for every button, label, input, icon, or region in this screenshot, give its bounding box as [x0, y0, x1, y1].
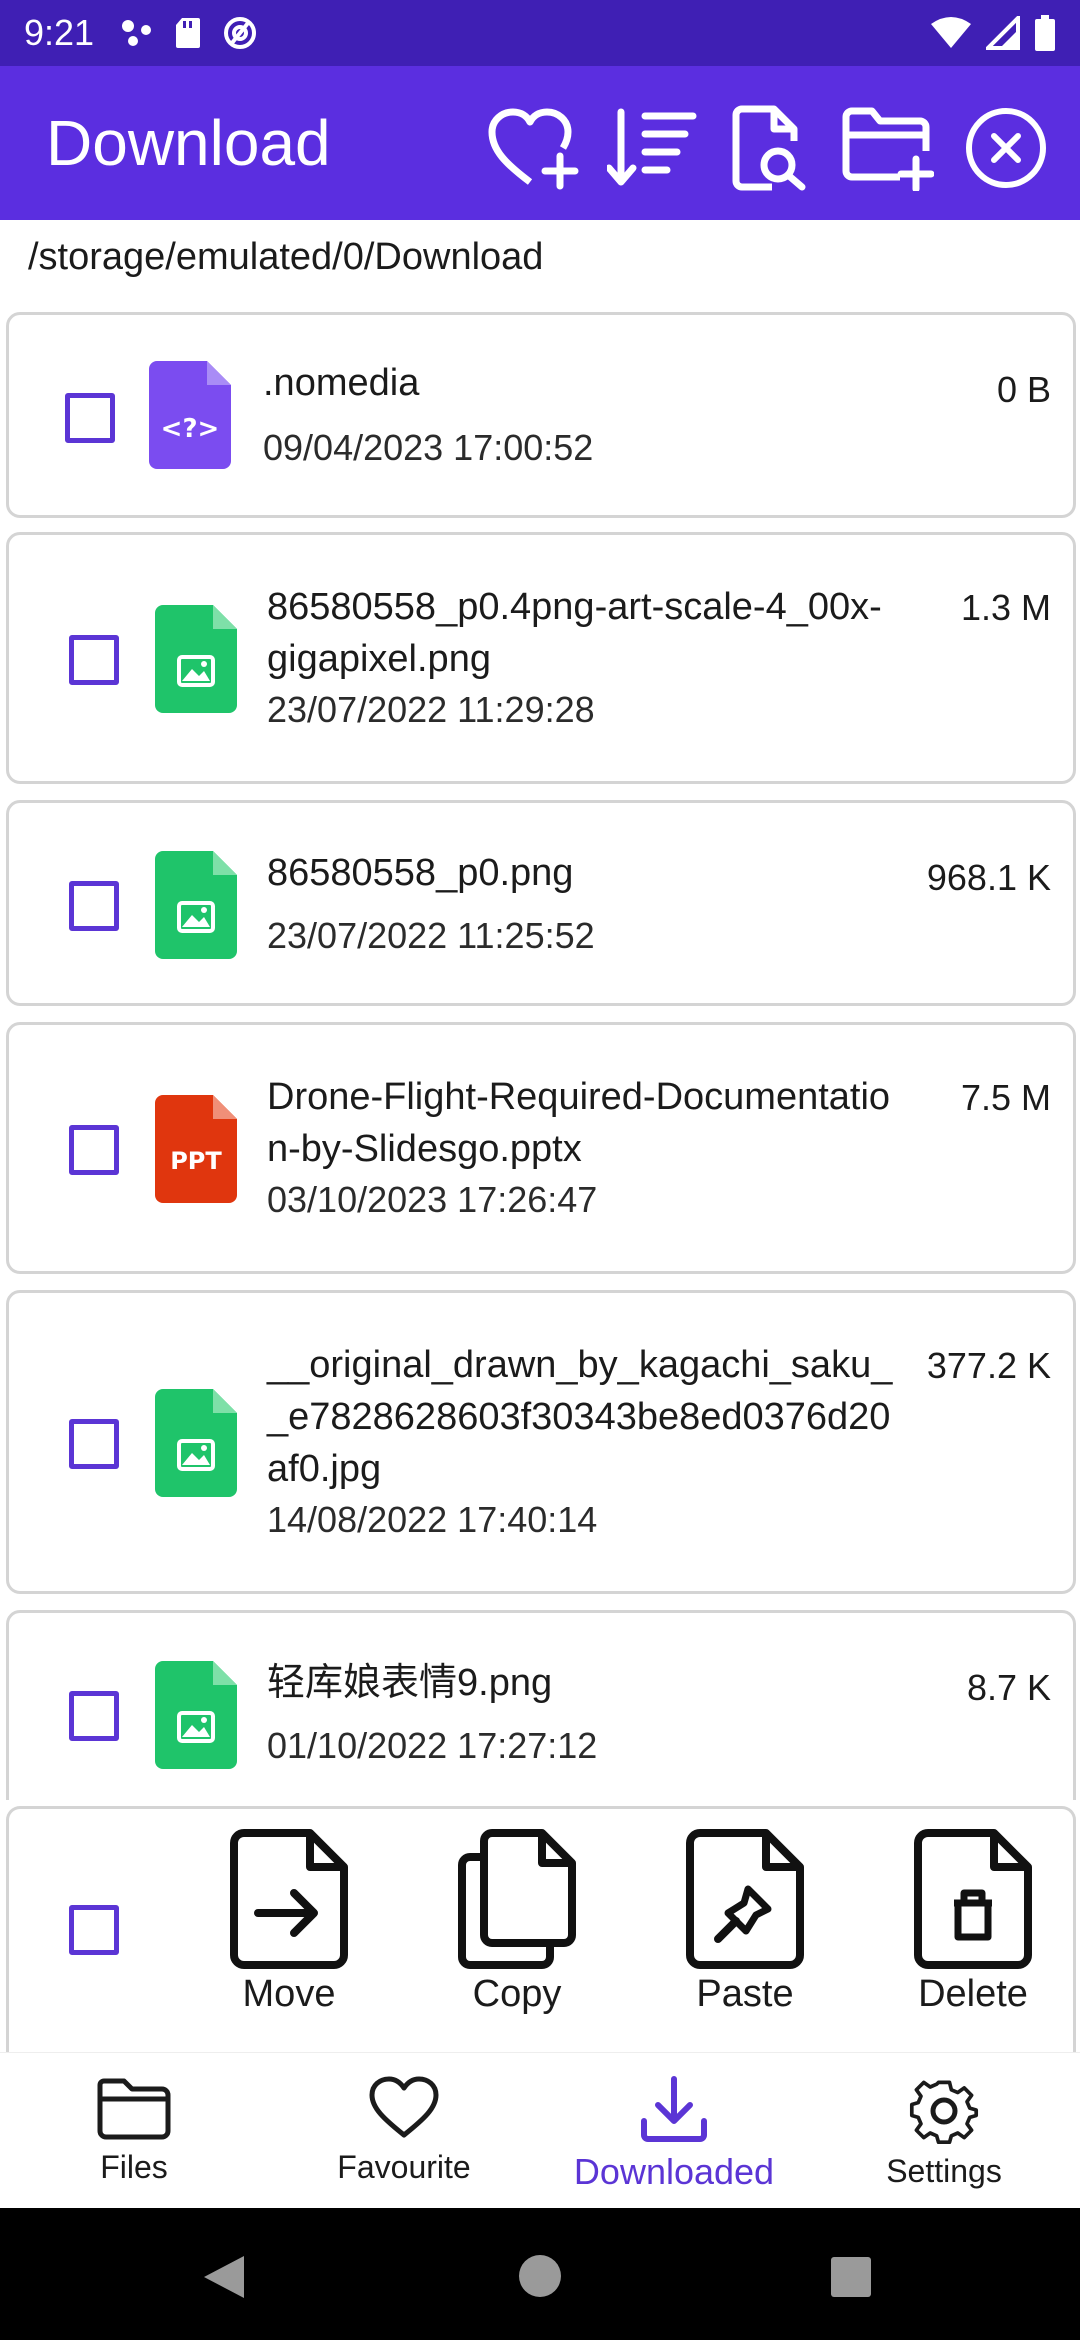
image-file-icon [155, 1389, 237, 1497]
item-checkbox[interactable] [65, 393, 115, 443]
nav-label-favourite: Favourite [337, 2149, 471, 2185]
item-checkbox[interactable] [69, 881, 119, 931]
app-bar: Download [0, 66, 1080, 220]
paste-pin-icon [686, 1829, 804, 1969]
search-file-button[interactable] [722, 100, 818, 196]
file-date: 01/10/2022 17:27:12 [267, 1725, 598, 1766]
select-all-checkbox[interactable] [69, 1905, 119, 1955]
svg-text:<?>: <?> [161, 414, 220, 444]
file-name: 86580558_p0.png [267, 852, 574, 894]
nav-item-settings[interactable]: Settings [834, 2075, 1054, 2190]
file-action-bar: Move Copy Paste Delete [6, 1806, 1076, 2052]
copy-icon [458, 1829, 576, 1969]
system-navigation-bar [0, 2208, 1080, 2340]
close-button[interactable] [958, 100, 1054, 196]
status-bar: 9:21 [0, 0, 1080, 66]
file-list[interactable]: <?> .nomedia 09/04/2023 17:00:52 0 B 865… [0, 308, 1080, 1800]
list-item[interactable]: 86580558_p0.png 23/07/2022 11:25:52 968.… [6, 800, 1076, 1006]
file-date: 03/10/2023 17:26:47 [267, 1179, 598, 1220]
file-date: 23/07/2022 11:25:52 [267, 915, 595, 956]
sort-button[interactable] [604, 100, 700, 196]
item-checkbox[interactable] [69, 1691, 119, 1741]
list-item[interactable]: 轻库娘表情9.png 01/10/2022 17:27:12 8.7 K [6, 1610, 1076, 1800]
delete-label: Delete [918, 1973, 1028, 2015]
file-date: 23/07/2022 11:29:28 [267, 689, 595, 730]
current-path: /storage/emulated/0/Download [28, 236, 544, 278]
copy-button[interactable]: Copy [437, 1829, 597, 2016]
file-search-icon [732, 105, 806, 191]
list-item[interactable]: PPT Drone-Flight-Required-Documentation-… [6, 1022, 1076, 1274]
status-time: 9:21 [24, 12, 95, 53]
wifi-icon [931, 17, 971, 48]
at-sign-icon [224, 17, 257, 49]
new-folder-button[interactable] [840, 100, 936, 196]
app-bar-actions [486, 100, 1054, 196]
nav-label-settings: Settings [886, 2153, 1002, 2189]
file-delete-icon [914, 1829, 1032, 1969]
image-file-icon [155, 851, 237, 959]
unknown-file-icon: <?> [149, 361, 231, 469]
file-size: 7.5 M [960, 1077, 1051, 1118]
nav-item-favourite[interactable]: Favourite [294, 2075, 514, 2186]
status-system-icons [930, 15, 1056, 51]
item-checkbox[interactable] [69, 635, 119, 685]
image-file-icon [155, 1661, 237, 1769]
move-button[interactable]: Move [209, 1829, 369, 2016]
image-file-icon [155, 605, 237, 713]
nav-label-downloaded: Downloaded [573, 2151, 775, 2192]
nav-label-files: Files [100, 2149, 168, 2185]
move-label: Move [242, 1973, 336, 2015]
signal-icon [986, 16, 1020, 50]
download-icon [641, 2076, 707, 2142]
folder-icon [97, 2078, 171, 2140]
delete-button[interactable]: Delete [893, 1829, 1053, 2016]
add-favourite-button[interactable] [486, 100, 582, 196]
page-title: Download [46, 107, 331, 179]
nav-item-downloaded[interactable]: Downloaded [564, 2075, 784, 2193]
nav-item-files[interactable]: Files [24, 2075, 244, 2186]
paste-label: Paste [696, 1973, 794, 2015]
file-size: 968.1 K [926, 857, 1051, 898]
file-size: 377.2 K [926, 1345, 1051, 1386]
heart-plus-icon [488, 108, 579, 190]
file-size: 8.7 K [966, 1667, 1051, 1708]
gear-icon [909, 2080, 979, 2145]
ppt-badge-text: PPT [170, 1147, 222, 1175]
close-circle-icon [966, 108, 1046, 188]
item-checkbox[interactable] [69, 1125, 119, 1175]
file-date: 09/04/2023 17:00:52 [263, 427, 594, 468]
list-item[interactable]: 86580558_p0.4png-art-scale-4_00x-gigapix… [6, 532, 1076, 784]
list-item[interactable]: __original_drawn_by_kagachi_saku__e78286… [6, 1290, 1076, 1594]
copy-label: Copy [472, 1973, 562, 2015]
file-name: Drone-Flight-Required-Documentation-by-S… [267, 1076, 891, 1170]
heart-icon [369, 2076, 439, 2138]
sort-icon [607, 108, 697, 186]
sd-card-icon [176, 18, 201, 48]
file-name: .nomedia [263, 362, 420, 404]
file-name: __original_drawn_by_kagachi_saku__e78286… [267, 1344, 893, 1490]
back-icon[interactable] [202, 2254, 246, 2300]
dots-icon [122, 20, 152, 46]
file-name: 轻库娘表情9.png [267, 1662, 553, 1704]
status-notification-icons [120, 15, 258, 51]
bottom-navigation: Files Favourite Downloaded Settings [0, 2052, 1080, 2208]
ppt-file-icon: PPT [155, 1095, 237, 1203]
file-move-icon [230, 1829, 348, 1969]
recents-icon[interactable] [830, 2256, 872, 2298]
item-checkbox[interactable] [69, 1419, 119, 1469]
list-item[interactable]: <?> .nomedia 09/04/2023 17:00:52 0 B [6, 312, 1076, 518]
file-size: 0 B [996, 369, 1051, 410]
file-date: 14/08/2022 17:40:14 [267, 1499, 598, 1540]
paste-button[interactable]: Paste [665, 1829, 825, 2016]
file-size: 1.3 M [960, 587, 1051, 628]
new-folder-icon [842, 107, 934, 191]
battery-icon [1035, 15, 1055, 51]
home-icon[interactable] [518, 2254, 562, 2298]
file-name: 86580558_p0.4png-art-scale-4_00x-gigapix… [267, 586, 882, 680]
